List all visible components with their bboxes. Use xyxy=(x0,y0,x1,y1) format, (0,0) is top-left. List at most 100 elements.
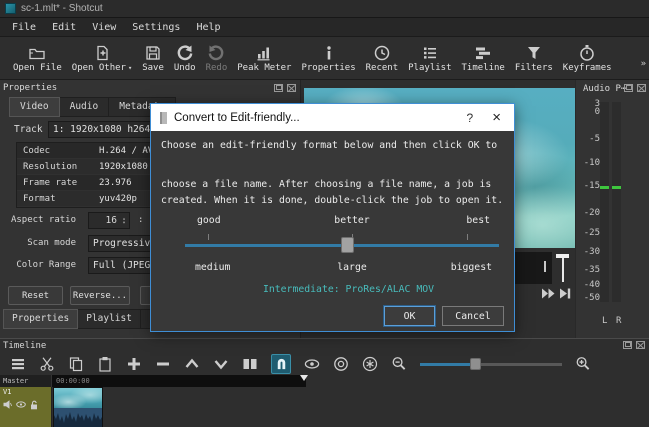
aspect-ratio-stepper[interactable]: 16 ▴▾ xyxy=(88,212,130,229)
menu-file[interactable]: File xyxy=(4,20,44,35)
channel-left-label: L xyxy=(602,316,607,326)
hamburger-menu-icon xyxy=(10,356,26,372)
playlist-icon xyxy=(421,44,439,62)
float-panel-icon[interactable] xyxy=(623,341,632,349)
float-panel-icon[interactable] xyxy=(624,84,633,92)
redo-button[interactable]: Redo xyxy=(201,44,233,73)
meter-scale-value: -50 xyxy=(576,293,600,303)
scrub-while-dragging-toggle[interactable] xyxy=(304,356,320,372)
asterisk-circle-icon xyxy=(362,356,378,372)
track-label: Track xyxy=(14,124,43,135)
filters-button[interactable]: Filters xyxy=(510,44,558,73)
concentric-circles-icon xyxy=(333,356,349,372)
open-file-icon xyxy=(28,44,46,62)
meter-scale-value: -30 xyxy=(576,247,600,257)
split-button[interactable] xyxy=(242,356,258,372)
fast-forward-icon[interactable] xyxy=(541,288,556,299)
spinner-arrows-icon[interactable]: ▴▾ xyxy=(119,217,129,225)
shotcut-window: sc-1.mlt* - Shotcut File Edit View Setti… xyxy=(0,0,649,427)
redo-icon xyxy=(207,44,225,62)
properties-icon xyxy=(320,44,338,62)
open-file-button[interactable]: Open File xyxy=(8,44,67,73)
scan-mode-select[interactable]: Progressive ▾ xyxy=(88,235,156,252)
toolbar-overflow-icon[interactable]: » xyxy=(641,59,646,69)
copy-button[interactable] xyxy=(68,356,84,372)
dialog-help-button[interactable]: ? xyxy=(459,111,482,125)
hide-track-icon[interactable] xyxy=(16,400,26,409)
menu-edit[interactable]: Edit xyxy=(44,20,84,35)
close-panel-icon[interactable] xyxy=(636,341,645,349)
append-button[interactable] xyxy=(126,356,142,372)
dialog-title-bar[interactable]: Convert to Edit-friendly... ? × xyxy=(151,104,514,131)
tab-video[interactable]: Video xyxy=(9,97,60,117)
channel-right-label: R xyxy=(616,316,621,326)
tab-audio[interactable]: Audio xyxy=(60,97,110,117)
cancel-button[interactable]: Cancel xyxy=(442,306,504,326)
main-toolbar: Open File Open Other▾ Save Undo Redo Pea… xyxy=(0,37,649,80)
zoom-out-button[interactable] xyxy=(391,356,407,372)
save-button[interactable]: Save xyxy=(137,44,169,73)
seek-position-marker xyxy=(544,261,546,272)
menu-help[interactable]: Help xyxy=(188,20,228,35)
zoom-in-button[interactable] xyxy=(575,356,591,372)
meter-scale-value: -35 xyxy=(576,265,600,275)
ripple-delete-button[interactable] xyxy=(155,356,171,372)
ripple-markers-toggle[interactable] xyxy=(362,356,378,372)
meter-scale-value: 0 xyxy=(576,107,600,117)
master-track-header[interactable]: Master xyxy=(0,375,52,387)
cut-button[interactable] xyxy=(39,356,55,372)
reverse-button[interactable]: Reverse... xyxy=(70,286,130,305)
format-note: Intermediate: ProRes/ALAC MOV xyxy=(191,284,506,295)
skip-next-icon[interactable] xyxy=(559,288,571,299)
zoom-slider-handle[interactable] xyxy=(470,358,481,370)
dialog-icon xyxy=(160,112,167,124)
timeline-ruler[interactable]: 00:00:00 xyxy=(52,375,306,387)
dialog-close-button[interactable]: × xyxy=(488,109,505,126)
volume-slider[interactable] xyxy=(556,252,569,284)
open-other-button[interactable]: Open Other▾ xyxy=(67,44,137,73)
timeline-tracks: V1 xyxy=(0,387,649,427)
snap-toggle[interactable] xyxy=(271,354,291,374)
playlist-button[interactable]: Playlist xyxy=(403,44,456,73)
peak-meter-button[interactable]: Peak Meter xyxy=(232,44,296,73)
timeline-button[interactable]: Timeline xyxy=(457,44,510,73)
lift-button[interactable] xyxy=(184,356,200,372)
paste-icon xyxy=(97,356,113,372)
keyframes-button[interactable]: Keyframes xyxy=(558,44,617,73)
properties-button[interactable]: Properties xyxy=(296,44,360,73)
menu-settings[interactable]: Settings xyxy=(124,20,188,35)
chevron-down-icon xyxy=(213,356,229,372)
ok-button[interactable]: OK xyxy=(384,306,435,326)
recent-button[interactable]: Recent xyxy=(361,44,404,73)
menu-view[interactable]: View xyxy=(84,20,124,35)
dialog-title: Convert to Edit-friendly... xyxy=(174,112,300,124)
chevron-up-icon xyxy=(184,356,200,372)
peak-meter-icon xyxy=(255,44,273,62)
undo-button[interactable]: Undo xyxy=(169,44,201,73)
timeline-menu-button[interactable] xyxy=(10,356,26,372)
track-head-v1[interactable]: V1 xyxy=(0,387,52,427)
float-panel-icon[interactable] xyxy=(274,84,283,92)
reset-button[interactable]: Reset xyxy=(8,286,63,305)
track-select[interactable]: 1: 1920x1080 h264 ▾ xyxy=(48,121,160,138)
timeline-zoom-slider[interactable] xyxy=(420,358,562,370)
ripple-all-tracks-toggle[interactable] xyxy=(333,356,349,372)
overwrite-button[interactable] xyxy=(213,356,229,372)
close-panel-icon[interactable] xyxy=(637,84,646,92)
audio-peak-meter-title: Audio P⋯ xyxy=(583,84,626,94)
close-panel-icon[interactable] xyxy=(287,84,296,92)
playhead[interactable] xyxy=(300,375,308,381)
dropdown-caret-icon: ▾ xyxy=(128,64,132,72)
mute-track-icon[interactable] xyxy=(3,400,12,409)
meter-scale-value: -40 xyxy=(576,280,600,290)
bottom-tab-properties[interactable]: Properties xyxy=(3,309,78,329)
timeline-clip[interactable] xyxy=(53,387,103,427)
zoom-in-icon xyxy=(575,355,591,372)
scissors-icon xyxy=(39,356,55,372)
track-name: V1 xyxy=(3,388,11,396)
bottom-tab-playlist[interactable]: Playlist xyxy=(78,309,141,329)
quality-slider-handle[interactable] xyxy=(341,237,354,253)
paste-button[interactable] xyxy=(97,356,113,372)
quality-label-good: good xyxy=(197,215,221,226)
lock-track-icon[interactable] xyxy=(30,400,39,410)
